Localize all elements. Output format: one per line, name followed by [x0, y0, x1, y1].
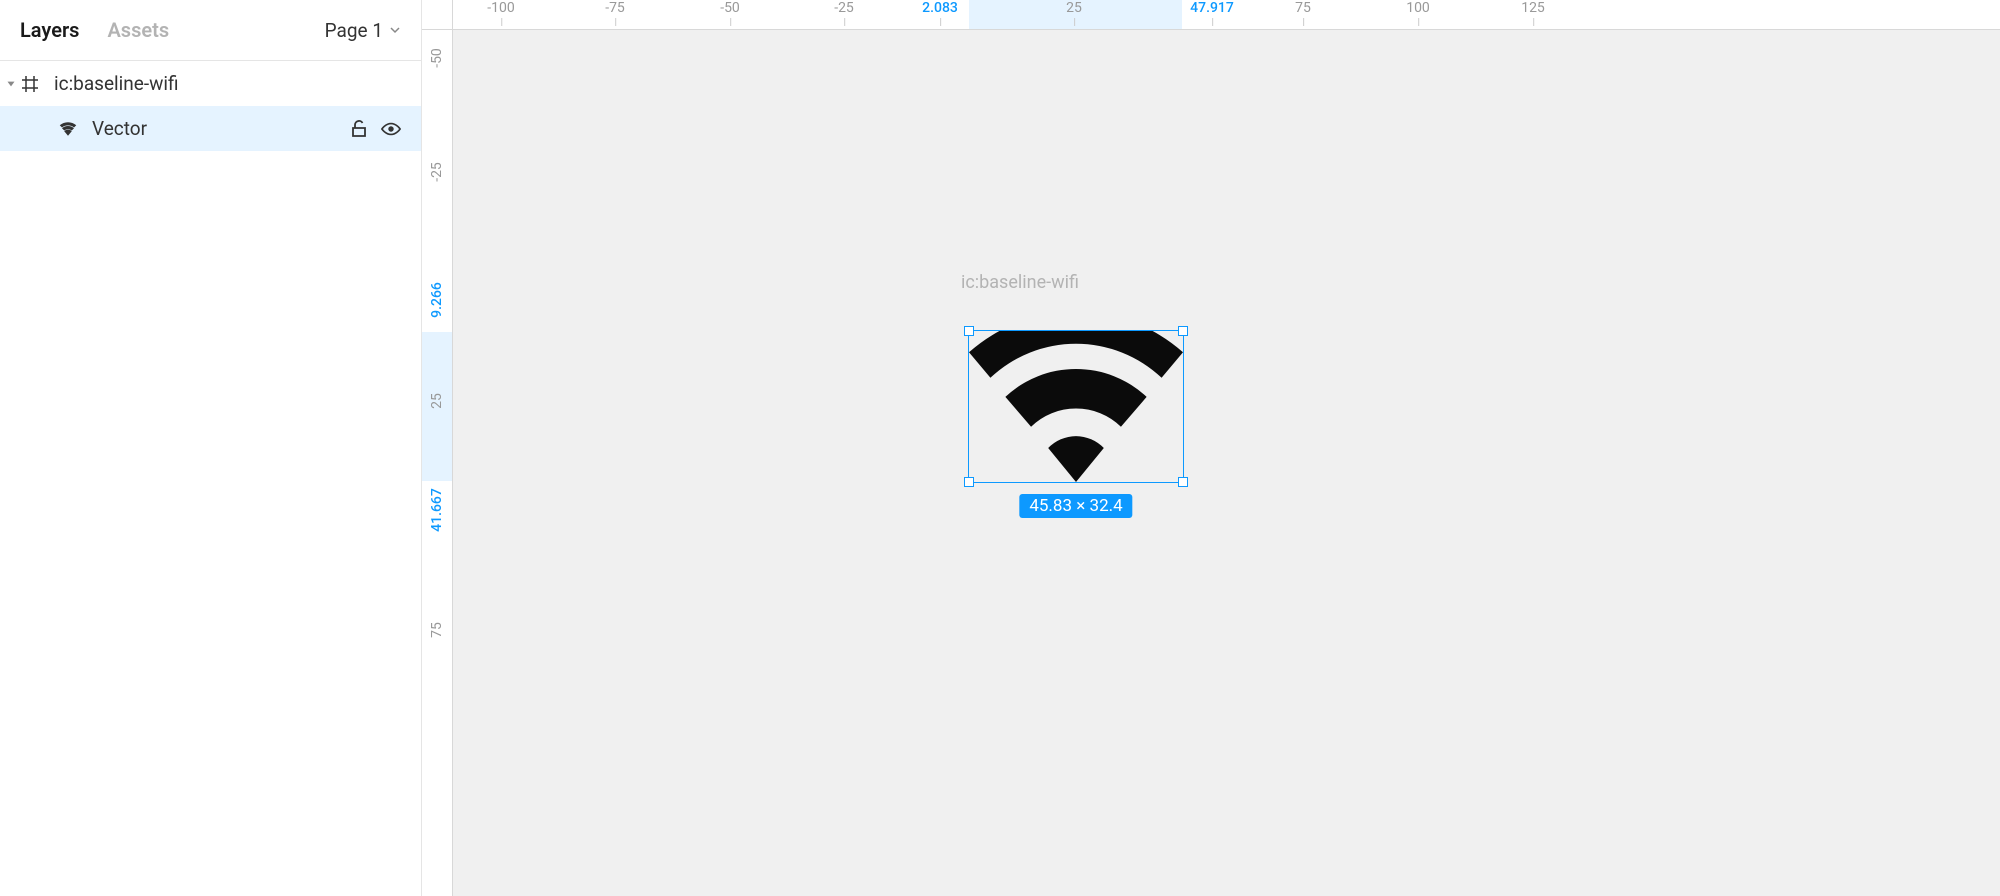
ruler-tick: 75: [429, 622, 445, 638]
ruler-tick: -25: [834, 0, 854, 16]
ruler-tick: 2.083: [922, 0, 958, 16]
page-selector[interactable]: Page 1: [325, 19, 401, 42]
chevron-down-icon: [389, 24, 401, 36]
tab-layers[interactable]: Layers: [20, 18, 79, 42]
ruler-tick: 41.667: [429, 488, 445, 532]
ruler-horizontal[interactable]: -100 -75 -50 -25 2.083 25 47.917 75 100 125: [453, 0, 2000, 30]
ruler-tick: 100: [1406, 0, 1430, 16]
canvas-viewport[interactable]: ic:baseline-wifi 45.83 × 32.4: [453, 30, 2000, 896]
frame-title[interactable]: ic:baseline-wifi: [961, 272, 1079, 293]
layer-label: ic:baseline-wifi: [54, 72, 421, 95]
resize-handle-bottom-left[interactable]: [964, 477, 974, 487]
page-label: Page 1: [325, 19, 383, 42]
ruler-tick: 47.917: [1190, 0, 1234, 16]
layer-row-frame[interactable]: ic:baseline-wifi: [0, 61, 421, 106]
resize-handle-top-left[interactable]: [964, 326, 974, 336]
layer-actions: [349, 119, 421, 139]
ruler-tick: -50: [429, 48, 445, 68]
vector-icon: [58, 119, 78, 139]
layers-panel: Layers Assets Page 1 ic:baseline-wifi Ve…: [0, 0, 422, 896]
ruler-tick: -50: [720, 0, 740, 16]
panel-tabs: Layers Assets: [20, 18, 169, 42]
resize-handle-top-right[interactable]: [1178, 326, 1188, 336]
ruler-tick: 9.266: [429, 282, 445, 318]
dimensions-badge: 45.83 × 32.4: [1019, 494, 1132, 518]
resize-handle-bottom-right[interactable]: [1178, 477, 1188, 487]
ruler-tick: 25: [429, 393, 445, 409]
ruler-tick: 125: [1521, 0, 1545, 16]
ruler-tick: 75: [1295, 0, 1311, 16]
visibility-icon[interactable]: [381, 119, 401, 139]
ruler-tick: -75: [605, 0, 625, 16]
ruler-tick: -100: [487, 0, 514, 16]
sidebar-header: Layers Assets Page 1: [0, 0, 421, 61]
canvas-area: -100 -75 -50 -25 2.083 25 47.917 75 100 125 -50 -2…: [422, 0, 2000, 896]
frame-icon: [20, 74, 40, 94]
layer-label: Vector: [92, 117, 349, 140]
layer-row-vector[interactable]: Vector: [0, 106, 421, 151]
ruler-tick: -25: [429, 162, 445, 182]
selection-bounds[interactable]: 45.83 × 32.4: [968, 330, 1184, 483]
layer-tree: ic:baseline-wifi Vector: [0, 61, 421, 896]
ruler-vertical[interactable]: -50 -25 9.266 25 41.667 75: [422, 30, 453, 896]
expand-toggle-icon[interactable]: [4, 77, 18, 91]
wifi-icon[interactable]: [969, 331, 1183, 482]
unlock-icon[interactable]: [349, 119, 369, 139]
tab-assets[interactable]: Assets: [107, 18, 169, 42]
ruler-tick: 25: [1066, 0, 1082, 16]
ruler-corner: [422, 0, 453, 30]
